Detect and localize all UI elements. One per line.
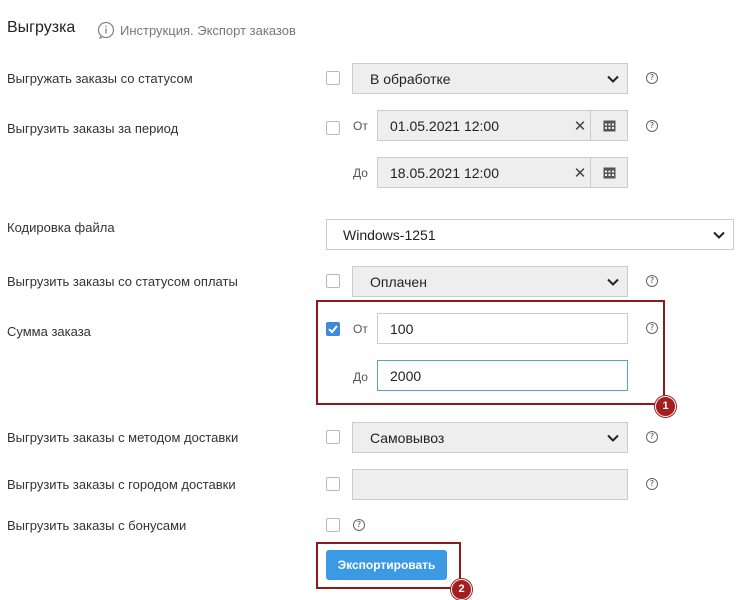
chevron-down-icon [607,434,619,442]
help-icon[interactable]: ? [646,478,658,490]
payment-status-select[interactable]: Оплачен [352,266,628,297]
delivery-city-input[interactable] [352,469,628,500]
checkmark-icon [328,325,338,334]
instruction-link-text[interactable]: Инструкция. Экспорт заказов [120,23,296,38]
status-checkbox[interactable] [326,71,340,85]
chevron-down-icon [607,278,619,286]
delivery-city-label: Выгрузить заказы с городом доставки [7,477,236,492]
annotation-badge-2: 2 [451,579,472,600]
page-title: Выгрузка [7,19,76,36]
period-label: Выгрузить заказы за период [7,121,179,136]
delivery-method-select-value: Самовывоз [370,429,445,446]
export-button[interactable]: Экспортировать [326,550,447,580]
help-icon[interactable]: ? [646,72,658,84]
status-select[interactable]: В обработке [352,63,628,94]
status-label: Выгружать заказы со статусом [7,71,193,86]
help-icon[interactable]: ? [646,322,658,334]
calendar-icon [603,120,615,132]
period-from-label: От [353,119,368,133]
clear-icon[interactable]: ✕ [570,117,590,135]
payment-status-checkbox[interactable] [326,274,340,288]
period-from-field[interactable]: 01.05.2021 12:00 ✕ [377,110,628,141]
help-icon[interactable]: ? [646,120,658,132]
order-sum-from-value: 100 [390,320,414,337]
calendar-button[interactable] [590,111,627,140]
help-icon[interactable]: ? [646,275,658,287]
delivery-method-checkbox[interactable] [326,430,340,444]
period-from-value: 01.05.2021 12:00 [390,117,499,134]
bonuses-checkbox[interactable] [326,518,340,532]
period-to-value: 18.05.2021 12:00 [390,164,499,181]
delivery-city-checkbox[interactable] [326,477,340,491]
annotation-badge-1: 1 [655,396,676,417]
bonuses-label: Выгрузить заказы с бонусами [7,518,187,533]
delivery-method-label: Выгрузить заказы с методом доставки [7,430,239,445]
order-sum-from-label: От [353,322,368,336]
encoding-label: Кодировка файла [7,220,115,235]
payment-status-select-value: Оплачен [370,273,427,290]
order-sum-checkbox[interactable] [326,322,340,336]
period-checkbox[interactable] [326,121,340,135]
delivery-method-select[interactable]: Самовывоз [352,422,628,453]
period-to-label: До [353,166,368,180]
calendar-icon [603,167,615,179]
order-sum-to-label: До [353,370,368,384]
order-sum-to-value: 2000 [390,367,422,384]
order-sum-label: Сумма заказа [7,324,91,339]
chevron-down-icon [713,231,725,239]
instruction-link[interactable]: Инструкция. Экспорт заказов [97,21,296,39]
help-icon[interactable]: ? [646,431,658,443]
order-sum-from-input[interactable]: 100 [377,313,628,344]
info-bubble-icon [97,21,115,39]
calendar-button[interactable] [590,158,627,187]
chevron-down-icon [607,75,619,83]
encoding-select-value: Windows-1251 [343,226,436,243]
clear-icon[interactable]: ✕ [570,164,590,182]
status-select-value: В обработке [370,70,451,87]
order-sum-to-input[interactable]: 2000 [377,360,628,391]
payment-status-label: Выгрузить заказы со статусом оплаты [7,274,238,289]
period-to-field[interactable]: 18.05.2021 12:00 ✕ [377,157,628,188]
encoding-select[interactable]: Windows-1251 [326,219,734,250]
help-icon[interactable]: ? [353,519,365,531]
